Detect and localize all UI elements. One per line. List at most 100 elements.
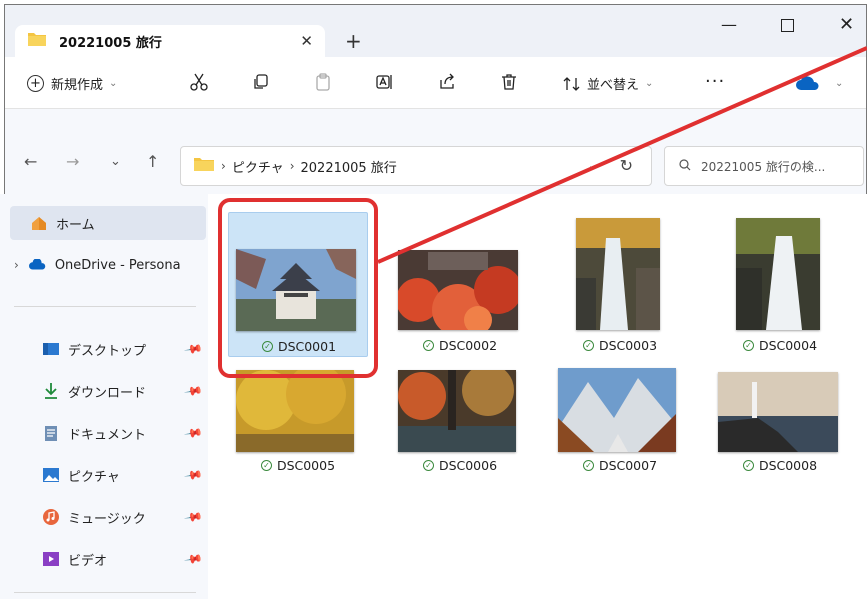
thumbnail-garden-pond xyxy=(398,370,516,452)
thumbnail-lighthouse-coast xyxy=(718,372,838,452)
pin-icon[interactable]: 📌 xyxy=(183,549,203,569)
documents-icon xyxy=(42,424,60,442)
sidebar-item-label: デスクトップ xyxy=(68,343,147,359)
download-icon xyxy=(42,382,60,400)
pin-icon[interactable]: 📌 xyxy=(183,423,203,443)
thumbnail-castle xyxy=(236,249,356,331)
sidebar-item-label: ダウンロード xyxy=(68,385,147,401)
sidebar-item-desktop[interactable]: デスクトップ 📌 xyxy=(0,332,204,366)
file-name-label: ✓ DSC0003 xyxy=(550,338,690,353)
search-input[interactable]: 20221005 旅行の検... xyxy=(701,158,825,175)
file-name-label: ✓ DSC0001 xyxy=(229,339,369,354)
maximize-button[interactable] xyxy=(781,19,794,32)
sidebar-item-label: ミュージック xyxy=(68,511,146,527)
sort-icon xyxy=(563,76,581,92)
sidebar-item-label: OneDrive - Persona xyxy=(54,257,181,273)
folder-icon xyxy=(27,31,47,51)
close-button[interactable]: ✕ xyxy=(839,15,854,35)
search-icon xyxy=(679,158,691,174)
minimize-button[interactable]: — xyxy=(721,15,737,35)
sidebar-item-music[interactable]: ミュージック 📌 xyxy=(0,500,204,534)
delete-icon[interactable] xyxy=(497,70,521,94)
chevron-down-icon: ⌄ xyxy=(109,78,118,89)
thumbnail-autumn-leaves xyxy=(398,250,518,330)
sync-status-check-icon: ✓ xyxy=(742,340,754,351)
chevron-down-icon: ⌄ xyxy=(645,78,654,89)
more-options-button[interactable]: ··· xyxy=(705,71,725,92)
file-list-area: ✓ DSC0001 ✓ DSC0002 ✓ DSC0003 ✓ DSC0004 … xyxy=(208,194,867,599)
file-item-dsc0007[interactable]: ✓ DSC0007 xyxy=(550,364,690,509)
sidebar-item-label: ドキュメント xyxy=(68,427,147,443)
title-bar: 20221005 旅行 ✕ + — ✕ xyxy=(5,5,866,57)
pin-icon[interactable]: 📌 xyxy=(183,339,203,359)
breadcrumb-pictures[interactable]: ピクチャ xyxy=(232,157,284,176)
file-item-dsc0004[interactable]: ✓ DSC0004 xyxy=(710,212,850,357)
onedrive-cloud-icon[interactable] xyxy=(795,75,821,95)
home-icon xyxy=(30,214,48,232)
pin-icon[interactable]: 📌 xyxy=(183,465,203,485)
sidebar-item-label: ピクチャ xyxy=(68,469,120,485)
file-item-dsc0005[interactable]: ✓ DSC0005 xyxy=(228,364,368,509)
file-name-label: ✓ DSC0002 xyxy=(390,338,530,353)
music-icon xyxy=(42,508,60,526)
share-icon[interactable] xyxy=(435,70,459,94)
rename-icon[interactable] xyxy=(373,70,397,94)
cut-icon[interactable] xyxy=(187,70,211,94)
file-item-dsc0001[interactable]: ✓ DSC0001 xyxy=(228,212,368,357)
chevron-down-icon[interactable]: ⌄ xyxy=(588,159,597,172)
new-tab-button[interactable]: + xyxy=(345,31,362,51)
thumbnail-waterfall xyxy=(576,218,660,330)
file-item-dsc0008[interactable]: ✓ DSC0008 xyxy=(710,364,850,509)
thumbnail-mountain-valley xyxy=(558,368,676,452)
sidebar-item-downloads[interactable]: ダウンロード 📌 xyxy=(0,374,204,408)
file-item-dsc0006[interactable]: ✓ DSC0006 xyxy=(390,364,530,509)
sync-status-check-icon: ✓ xyxy=(422,460,434,471)
sync-status-check-icon: ✓ xyxy=(422,340,434,351)
chevron-down-icon[interactable]: ⌄ xyxy=(835,78,843,89)
back-button[interactable]: ← xyxy=(24,152,37,171)
pin-icon[interactable]: 📌 xyxy=(183,507,203,527)
new-button[interactable]: + 新規作成 ⌄ xyxy=(27,74,117,93)
paste-icon[interactable] xyxy=(311,70,335,94)
pictures-icon xyxy=(42,466,60,484)
sort-button[interactable]: 並べ替え ⌄ xyxy=(563,74,653,93)
recent-locations-button[interactable]: ⌄ xyxy=(110,154,121,169)
sidebar-divider xyxy=(14,592,196,593)
sidebar-item-pictures[interactable]: ピクチャ 📌 xyxy=(0,458,204,492)
refresh-icon[interactable]: ↻ xyxy=(620,156,633,175)
breadcrumb-current-folder[interactable]: 20221005 旅行 xyxy=(301,157,397,176)
sync-status-check-icon: ✓ xyxy=(261,341,273,352)
breadcrumb-separator: › xyxy=(289,159,295,173)
sync-status-check-icon: ✓ xyxy=(582,340,594,351)
up-button[interactable]: ↑ xyxy=(146,152,159,171)
sort-label: 並べ替え xyxy=(587,78,640,93)
sync-status-check-icon: ✓ xyxy=(582,460,594,471)
file-name-label: ✓ DSC0004 xyxy=(710,338,850,353)
videos-icon xyxy=(42,550,60,568)
sync-status-check-icon: ✓ xyxy=(742,460,754,471)
file-item-dsc0003[interactable]: ✓ DSC0003 xyxy=(550,212,690,357)
sidebar-item-videos[interactable]: ビデオ 📌 xyxy=(0,542,204,576)
file-name-label: ✓ DSC0006 xyxy=(390,458,530,473)
expand-chevron-icon[interactable]: › xyxy=(14,258,19,272)
plus-circle-icon: + xyxy=(27,75,44,92)
address-bar[interactable]: › ピクチャ › 20221005 旅行 ⌄ ↻ xyxy=(180,146,652,186)
file-item-dsc0002[interactable]: ✓ DSC0002 xyxy=(390,212,530,357)
sync-status-check-icon: ✓ xyxy=(260,460,272,471)
file-name-label: ✓ DSC0008 xyxy=(710,458,850,473)
sidebar-item-label: ホーム xyxy=(56,217,95,233)
sidebar-item-label: ビデオ xyxy=(68,553,108,569)
sidebar-item-documents[interactable]: ドキュメント 📌 xyxy=(0,416,204,450)
tab-20221005[interactable]: 20221005 旅行 ✕ xyxy=(15,25,325,57)
folder-icon xyxy=(193,156,215,176)
tab-close-button[interactable]: ✕ xyxy=(300,32,313,50)
sidebar-item-onedrive[interactable]: › OneDrive - Persona xyxy=(0,248,204,282)
copy-icon[interactable] xyxy=(249,70,273,94)
pin-icon[interactable]: 📌 xyxy=(183,381,203,401)
command-bar: + 新規作成 ⌄ 並べ替え ⌄ ··· ⌄ xyxy=(5,57,866,109)
forward-button[interactable]: → xyxy=(66,152,79,171)
sidebar-item-home[interactable]: ホーム xyxy=(10,206,206,240)
search-box[interactable]: 20221005 旅行の検... xyxy=(664,146,864,186)
navigation-pane: ホーム › OneDrive - Persona デスクトップ 📌 ダウンロード… xyxy=(0,194,208,599)
tab-label: 20221005 旅行 xyxy=(59,35,162,51)
